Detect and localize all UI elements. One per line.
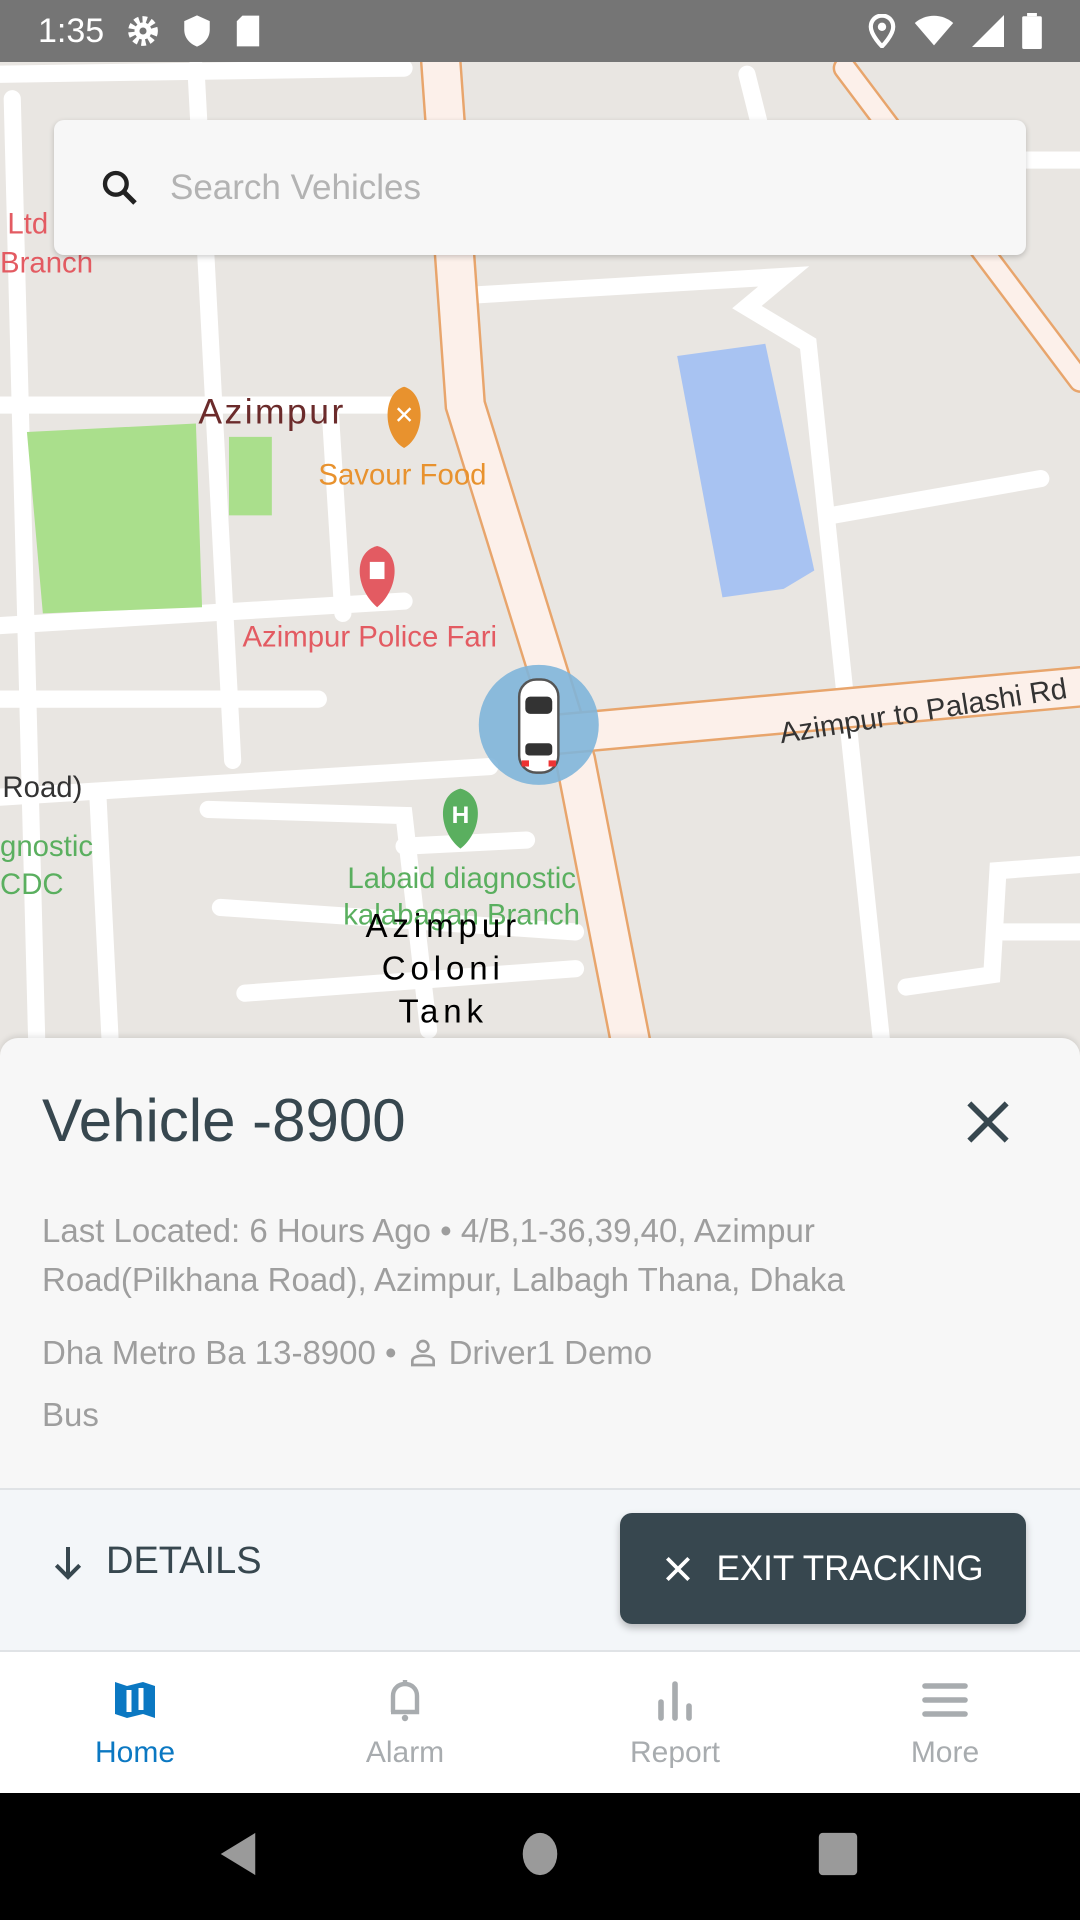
- gear-icon: [128, 16, 159, 46]
- close-icon: [666, 1556, 691, 1581]
- action-bar: DETAILS EXIT TRACKING: [0, 1488, 1080, 1652]
- map-label: Ltd: [7, 208, 48, 241]
- menu-icon: [922, 1683, 968, 1717]
- map-label: Savour Food: [318, 459, 486, 492]
- recents-icon[interactable]: [818, 1831, 858, 1877]
- battery-icon: [1022, 13, 1042, 49]
- tab-label: Home: [94, 1736, 176, 1769]
- vehicle-title: Vehicle -8900: [42, 1087, 406, 1154]
- signal-icon: [972, 15, 1004, 47]
- map-label: Azimpur Police Fari: [242, 620, 497, 653]
- clock: 1:35: [38, 11, 105, 50]
- exit-tracking-button[interactable]: EXIT TRACKING: [620, 1513, 1026, 1624]
- shield-icon: [184, 15, 210, 47]
- driver-name: Driver1 Demo: [448, 1334, 653, 1371]
- close-icon[interactable]: [960, 1094, 1016, 1150]
- vehicle-info-sheet: Vehicle -8900 Last Located: 6 Hours Ago …: [0, 1038, 1080, 1488]
- back-icon[interactable]: [218, 1831, 258, 1877]
- home-icon[interactable]: [520, 1831, 560, 1877]
- map-icon: [115, 1682, 155, 1718]
- search-icon: [102, 170, 137, 205]
- vehicle-marker-icon[interactable]: [478, 664, 599, 785]
- tab-label: Alarm: [365, 1736, 445, 1769]
- tab-report[interactable]: Report: [540, 1652, 810, 1793]
- map-label: Azimpur: [198, 391, 345, 431]
- sd-card-icon: [236, 15, 260, 47]
- person-icon: [410, 1339, 435, 1367]
- location-icon: [868, 14, 896, 48]
- tab-more[interactable]: More: [810, 1652, 1080, 1793]
- tab-label: More: [910, 1736, 980, 1769]
- tab-label: Report: [629, 1736, 721, 1769]
- map-label: Coloni: [382, 951, 505, 988]
- bar-chart-icon: [658, 1681, 692, 1721]
- arrow-down-icon: [54, 1546, 82, 1580]
- vehicle-type: Bus: [42, 1396, 99, 1433]
- bottom-navigation: Home Alarm Report More: [0, 1652, 1080, 1793]
- wifi-icon: [914, 15, 954, 46]
- bell-icon: [390, 1680, 420, 1722]
- map-label: Tank: [399, 994, 488, 1031]
- exit-tracking-label: EXIT TRACKING: [716, 1548, 984, 1588]
- status-bar: 1:35: [0, 0, 1080, 62]
- map-label: Road): [2, 771, 82, 804]
- svg-text:✕: ✕: [394, 402, 415, 429]
- details-label: DETAILS: [106, 1540, 262, 1582]
- plate-number: Dha Metro Ba 13-8900 •: [42, 1334, 397, 1371]
- details-button[interactable]: DETAILS: [48, 1540, 262, 1583]
- system-navigation-bar: [0, 1793, 1080, 1920]
- vehicle-plate-row: Dha Metro Ba 13-8900 • Driver1 Demo: [42, 1334, 652, 1372]
- map-label: Azimpur: [366, 908, 522, 945]
- search-input[interactable]: [170, 167, 950, 208]
- last-located-text: Last Located: 6 Hours Ago • 4/B,1-36,39,…: [42, 1212, 845, 1298]
- map-label: Labaid diagnostic: [347, 862, 576, 895]
- map-label: CDC: [0, 868, 64, 901]
- map-label: gnostic: [0, 830, 93, 863]
- svg-text:H: H: [452, 802, 470, 829]
- search-bar[interactable]: [54, 120, 1026, 255]
- tab-home[interactable]: Home: [0, 1652, 270, 1793]
- tab-alarm[interactable]: Alarm: [270, 1652, 540, 1793]
